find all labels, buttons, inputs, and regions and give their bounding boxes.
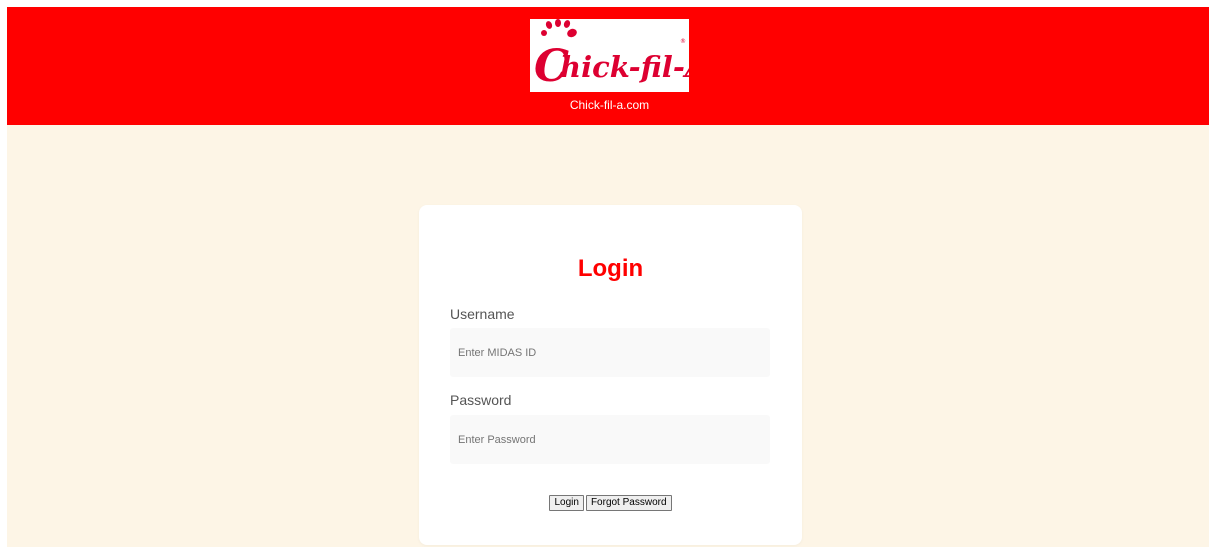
logo-caption[interactable]: Chick-fil-a.com — [7, 98, 1209, 112]
site-header: C hick-fil-A ® Chick-fil-a.com — [7, 7, 1209, 125]
logo-graphic: C hick-fil-A ® — [534, 19, 689, 92]
svg-text:hick-fil-A: hick-fil-A — [560, 50, 689, 84]
password-label: Password — [450, 392, 512, 408]
username-label: Username — [450, 306, 515, 322]
button-row: Login Forgot Password — [419, 495, 802, 511]
username-input[interactable] — [450, 328, 770, 377]
forgot-password-button[interactable]: Forgot Password — [585, 495, 672, 511]
page-background: C hick-fil-A ® Chick-fil-a.com Login Use… — [7, 7, 1209, 547]
login-title: Login — [577, 255, 644, 282]
chick-fil-a-logo[interactable]: C hick-fil-A ® — [530, 19, 689, 92]
password-input[interactable] — [450, 415, 770, 464]
login-button[interactable]: Login — [549, 495, 584, 511]
login-card: Login Username Password LoginForgot Pass… — [419, 205, 802, 545]
svg-text:®: ® — [680, 38, 686, 45]
